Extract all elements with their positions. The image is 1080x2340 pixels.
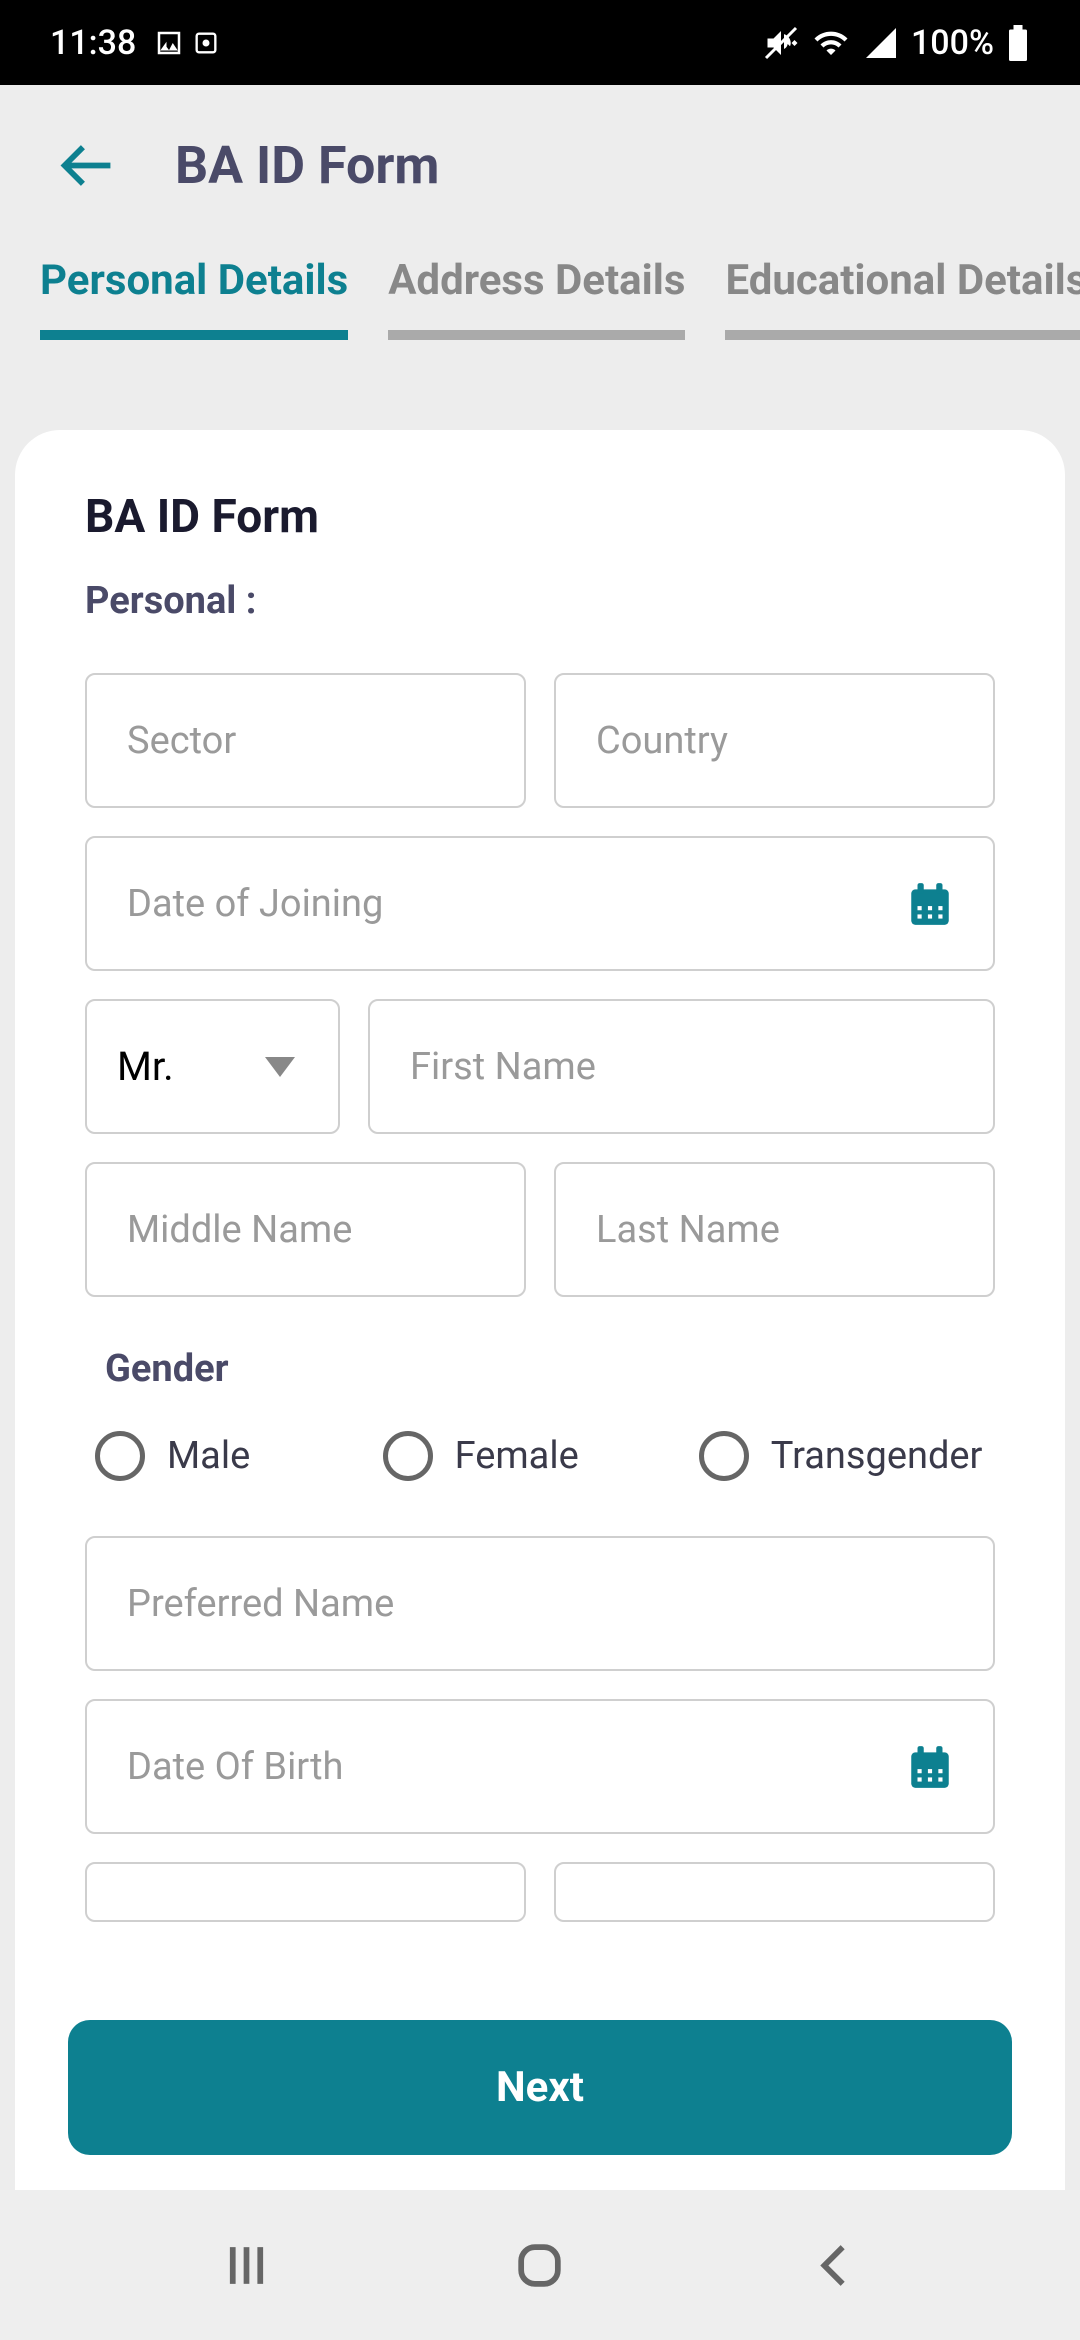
extra-field-1[interactable] — [85, 1862, 526, 1922]
header: BA ID Form — [0, 85, 1080, 216]
media-icon — [192, 29, 220, 57]
calendar-icon[interactable] — [905, 879, 955, 929]
middle-name-input[interactable] — [85, 1162, 526, 1297]
date-of-birth-input[interactable] — [85, 1699, 995, 1834]
tab-personal-details[interactable]: Personal Details — [40, 256, 348, 340]
radio-female[interactable]: Female — [383, 1431, 669, 1481]
last-name-input[interactable] — [554, 1162, 995, 1297]
radio-male[interactable]: Male — [95, 1431, 353, 1481]
calendar-icon[interactable] — [905, 1742, 955, 1792]
back-arrow-icon[interactable] — [60, 138, 115, 193]
next-button[interactable]: Next — [68, 2020, 1012, 2155]
country-input[interactable] — [554, 673, 995, 808]
wifi-icon — [811, 25, 851, 61]
signal-icon — [863, 25, 899, 61]
system-nav-bar — [0, 2190, 1080, 2340]
radio-transgender[interactable]: Transgender — [699, 1431, 985, 1481]
status-left: 11:38 — [50, 23, 220, 63]
tab-address-details[interactable]: Address Details — [388, 256, 685, 340]
status-time: 11:38 — [50, 23, 136, 63]
radio-circle-icon — [699, 1431, 749, 1481]
title-select-value: Mr. — [117, 1043, 174, 1090]
radio-female-label: Female — [455, 1434, 579, 1478]
status-bar: 11:38 100% — [0, 0, 1080, 85]
first-name-input[interactable] — [368, 999, 995, 1134]
extra-field-2[interactable] — [554, 1862, 995, 1922]
section-label: Personal : — [85, 579, 995, 623]
radio-male-label: Male — [167, 1434, 250, 1478]
radio-circle-icon — [383, 1431, 433, 1481]
sector-input[interactable] — [85, 673, 526, 808]
gender-radio-group: Male Female Transgender — [85, 1431, 995, 1481]
status-right: 100% — [763, 23, 1030, 63]
battery-icon — [1006, 25, 1030, 61]
recents-icon[interactable] — [219, 2238, 274, 2293]
back-icon[interactable] — [806, 2238, 861, 2293]
battery-percent: 100% — [911, 23, 994, 63]
tabs: Personal Details Address Details Educati… — [0, 216, 1080, 340]
preferred-name-input[interactable] — [85, 1536, 995, 1671]
gender-label: Gender — [105, 1347, 995, 1391]
vibrate-icon — [763, 25, 799, 61]
title-select[interactable]: Mr. — [85, 999, 340, 1134]
home-icon[interactable] — [512, 2238, 567, 2293]
date-of-joining-input[interactable] — [85, 836, 995, 971]
card-title: BA ID Form — [85, 490, 995, 544]
chevron-down-icon — [265, 1057, 295, 1077]
radio-transgender-label: Transgender — [771, 1434, 983, 1478]
image-icon — [154, 28, 184, 58]
form-card: BA ID Form Personal : — [15, 430, 1065, 2260]
radio-circle-icon — [95, 1431, 145, 1481]
page-title: BA ID Form — [175, 135, 439, 196]
tab-educational-details[interactable]: Educational Details — [725, 256, 1080, 340]
status-notif-icons — [154, 28, 220, 58]
